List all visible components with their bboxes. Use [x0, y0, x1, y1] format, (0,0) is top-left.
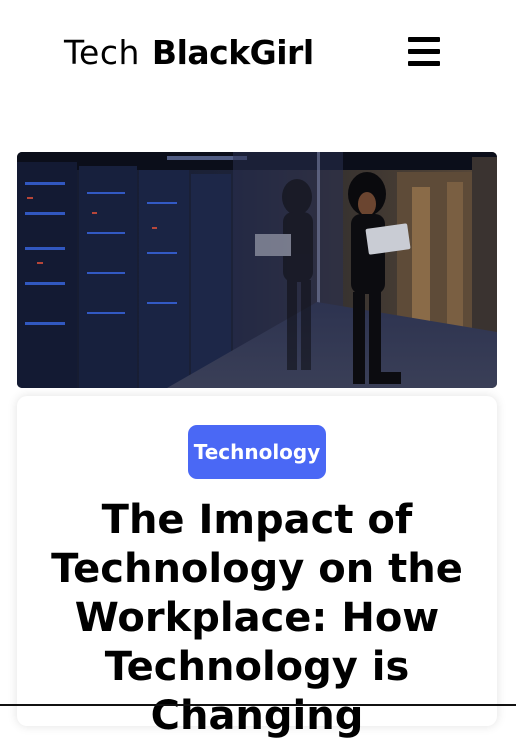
hero-image	[17, 152, 497, 388]
site-header: Tech BlackGirl	[0, 0, 516, 105]
article-card[interactable]: Technology The Impact of Technology on t…	[17, 396, 497, 739]
category-badge[interactable]: Technology	[188, 425, 326, 479]
hamburger-menu-icon[interactable]	[404, 34, 444, 70]
site-logo[interactable]: Tech BlackGirl	[64, 33, 314, 73]
logo-text-bold: BlackGirl	[151, 33, 314, 72]
logo-text-light: Tech	[64, 33, 140, 72]
server-room-photo	[17, 152, 497, 388]
